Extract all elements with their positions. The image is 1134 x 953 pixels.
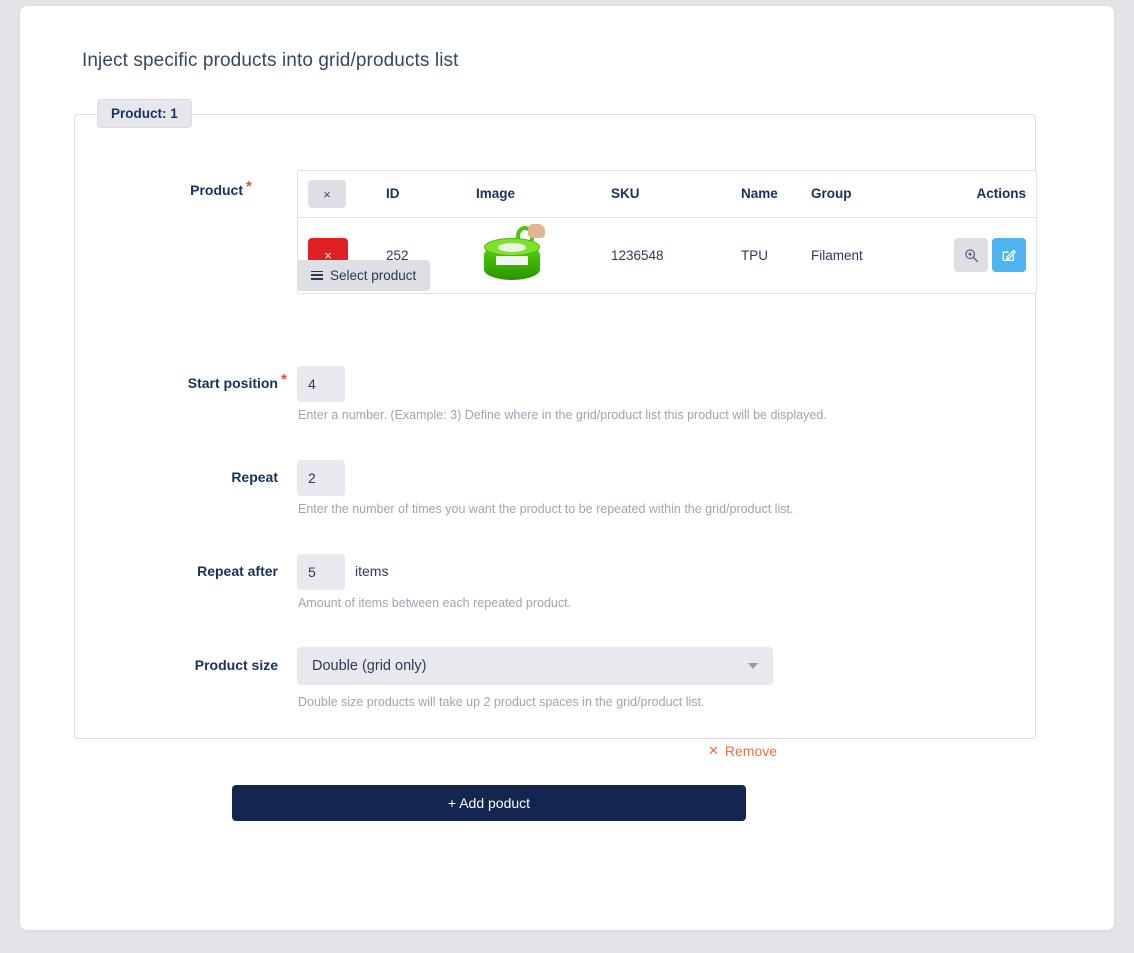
select-product-button-label: Select product xyxy=(330,267,417,283)
start-position-input[interactable] xyxy=(297,365,345,402)
repeat-after-label: Repeat after xyxy=(197,562,278,579)
product-table-header: × ID Image SKU Name Group Actions xyxy=(298,171,1036,218)
chevron-down-icon xyxy=(748,662,758,669)
remove-product-link[interactable]: ✕ Remove xyxy=(708,743,777,759)
product-thumbnail xyxy=(476,224,548,286)
hamburger-icon xyxy=(311,270,323,280)
page-card: Inject specific products into grid/produ… xyxy=(20,6,1114,930)
edit-pencil-glyph xyxy=(1002,250,1016,262)
select-product-button[interactable]: Select product xyxy=(297,259,431,291)
product-size-selected-value: Double (grid only) xyxy=(312,657,427,674)
fieldset-legend: Product: 1 xyxy=(97,99,192,128)
row-actions xyxy=(954,238,1026,273)
column-header-id: ID xyxy=(386,186,400,202)
column-header-sku: SKU xyxy=(611,186,640,202)
start-position-help: Enter a number. (Example: 3) Define wher… xyxy=(298,407,827,422)
hand-shape xyxy=(528,224,545,239)
repeat-input[interactable] xyxy=(297,459,345,496)
cell-name: TPU xyxy=(741,247,768,263)
column-header-name: Name xyxy=(741,186,778,202)
product-field-label: Product * xyxy=(123,178,252,198)
start-position-label: Start position * xyxy=(123,371,287,391)
repeat-after-help: Amount of items between each repeated pr… xyxy=(298,595,572,610)
cell-group: Filament xyxy=(811,247,863,263)
product-size-label: Product size xyxy=(194,656,278,673)
edit-pencil-icon[interactable] xyxy=(992,238,1026,273)
zoom-in-glyph xyxy=(964,249,978,262)
table-header-clear-cell: × xyxy=(308,179,386,208)
start-position-label-text: Start position xyxy=(187,374,278,391)
repeat-after-input[interactable] xyxy=(297,553,345,590)
product-size-select[interactable]: Double (grid only) xyxy=(297,646,773,685)
add-product-button[interactable]: + Add poduct xyxy=(232,785,746,821)
cell-sku: 1236548 xyxy=(611,247,664,263)
close-x-icon: ✕ xyxy=(708,743,719,758)
column-header-actions: Actions xyxy=(976,186,1026,202)
cell-actions xyxy=(951,238,1026,273)
cell-image xyxy=(476,224,611,286)
remove-link-label: Remove xyxy=(724,743,778,759)
repeat-help: Enter the number of times you want the p… xyxy=(298,501,794,516)
column-header-group: Group xyxy=(811,186,852,202)
column-header-image: Image xyxy=(476,186,516,202)
zoom-in-icon[interactable] xyxy=(954,238,988,273)
spool-label-shape xyxy=(496,256,528,266)
product-required-star: * xyxy=(246,177,252,195)
product-label-text: Product xyxy=(190,181,243,198)
product-size-help: Double size products will take up 2 prod… xyxy=(298,694,705,709)
start-position-required-star: * xyxy=(281,370,287,388)
page-title: Inject specific products into grid/produ… xyxy=(82,50,459,71)
repeat-after-suffix: items xyxy=(355,562,389,579)
repeat-label: Repeat xyxy=(231,468,278,485)
product-fieldset: Product: 1 Product * × ID Image SKU Name … xyxy=(74,99,1037,739)
clear-all-products-button[interactable]: × xyxy=(308,179,346,208)
